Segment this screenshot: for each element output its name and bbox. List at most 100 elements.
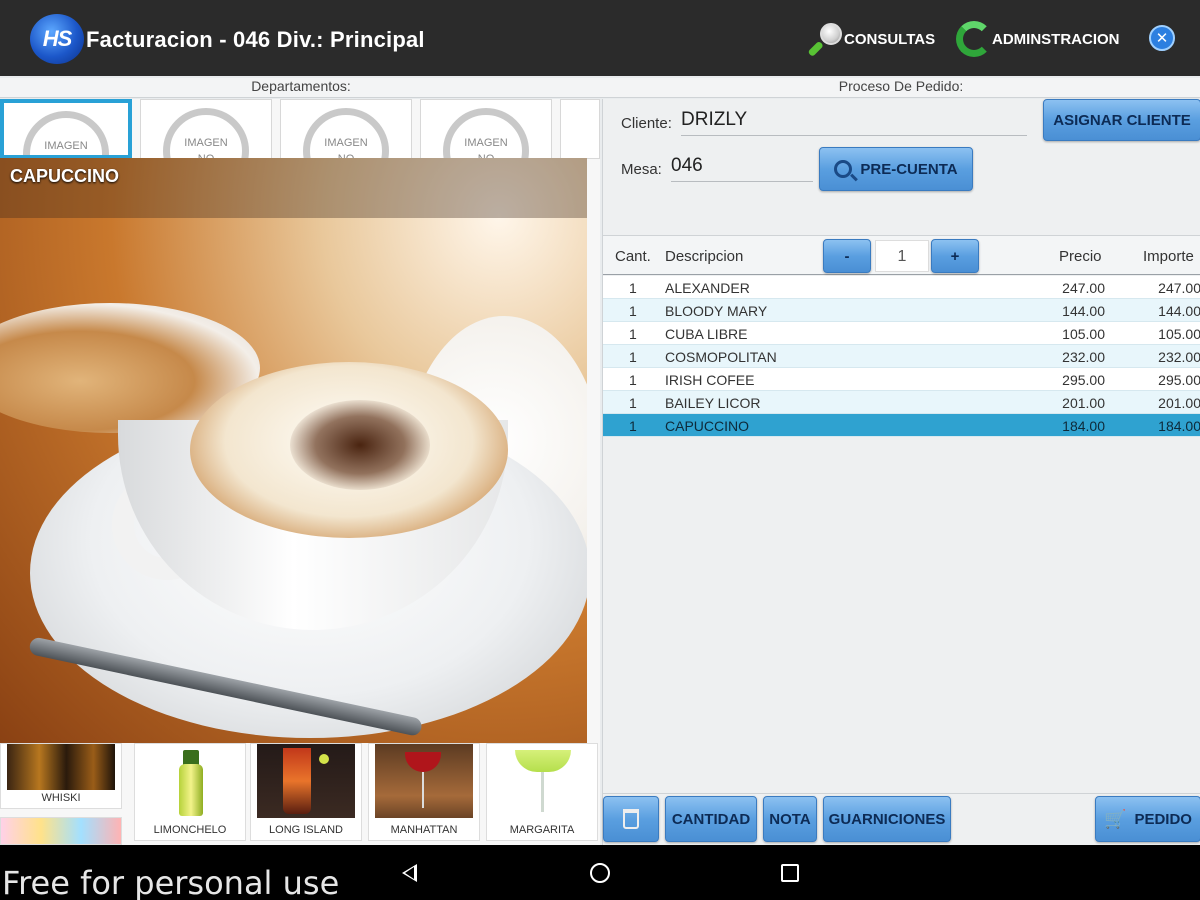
- recycle-icon: [956, 21, 992, 57]
- order-header: Proceso De Pedido:: [602, 78, 1200, 98]
- no-image-icon: IMAGENNO: [443, 108, 529, 158]
- whiski-image: [7, 744, 115, 790]
- row-qty: 1: [629, 372, 637, 388]
- no-image-icon: IMAGENNO: [303, 108, 389, 158]
- order-panel: Cliente: DRIZLY ASIGNAR CLIENTE Mesa: 04…: [602, 99, 1200, 845]
- row-price: 201.00: [1062, 395, 1105, 411]
- quantity-field[interactable]: 1: [875, 240, 929, 272]
- table-label: Mesa:: [621, 161, 662, 178]
- department-tile[interactable]: IMAGENNO: [140, 99, 272, 159]
- back-icon[interactable]: [402, 864, 417, 882]
- search-icon: [834, 160, 853, 178]
- note-button-label: NOTA: [769, 810, 811, 828]
- price-column-header: Precio: [1059, 248, 1102, 265]
- order-table-header: Cant. Descripcion - 1 + Precio Importe: [603, 235, 1200, 275]
- row-price: 232.00: [1062, 349, 1105, 365]
- row-qty: 1: [629, 280, 637, 296]
- no-image-icon: IMAGENNO: [163, 108, 249, 158]
- row-qty: 1: [629, 395, 637, 411]
- product-label: MANHATTAN: [390, 824, 458, 836]
- order-row[interactable]: 1 ALEXANDER 247.00 247.00: [603, 276, 1200, 299]
- row-description: ALEXANDER: [665, 280, 750, 296]
- app-root: HS Facturacion - 046 Div.: Principal CON…: [0, 0, 1200, 900]
- close-button[interactable]: ✕: [1149, 25, 1175, 51]
- departments-header: Departamentos:: [0, 78, 602, 98]
- precuenta-label: PRE-CUENTA: [860, 160, 958, 178]
- row-description: IRISH COFEE: [665, 372, 755, 388]
- row-amount: 232.00: [1158, 349, 1200, 365]
- department-tile[interactable]: C: [560, 99, 600, 159]
- garnishes-button-label: GUARNICIONES: [828, 810, 946, 828]
- app-logo: HS: [30, 14, 84, 64]
- administracion-label: ADMINSTRACION: [992, 30, 1120, 48]
- row-description: CAPUCCINO: [665, 418, 750, 434]
- trash-icon: [623, 809, 639, 829]
- row-price: 247.00: [1062, 280, 1105, 296]
- garnishes-button[interactable]: GUARNICIONES: [823, 796, 951, 842]
- order-row-selected[interactable]: 1 CAPUCCINO 184.00 184.00: [603, 414, 1200, 437]
- table-field[interactable]: 046: [671, 155, 813, 182]
- product-label: WHISKI: [41, 792, 81, 804]
- quantity-button[interactable]: CANTIDAD: [665, 796, 757, 842]
- row-price: 105.00: [1062, 326, 1105, 342]
- assign-client-label: ASIGNAR CLIENTE: [1053, 111, 1191, 129]
- row-qty: 1: [629, 303, 637, 319]
- description-column-header: Descripcion: [665, 248, 744, 265]
- watermark-text: Free for personal use: [2, 864, 340, 900]
- product-tile[interactable]: MARGARITA: [486, 743, 598, 841]
- margarita-image: [493, 744, 591, 818]
- product-tile[interactable]: WHISKI: [0, 743, 122, 809]
- row-amount: 144.00: [1158, 303, 1200, 319]
- department-tile[interactable]: IMAGENNO: [0, 99, 132, 159]
- row-amount: 295.00: [1158, 372, 1200, 388]
- product-tile[interactable]: MANHATTAN: [368, 743, 480, 841]
- product-tile[interactable]: LIMONCHELO: [134, 743, 246, 841]
- row-price: 144.00: [1062, 303, 1105, 319]
- product-label: MARGARITA: [509, 824, 575, 836]
- order-row[interactable]: 1 BAILEY LICOR 201.00 201.00: [603, 391, 1200, 414]
- precuenta-button[interactable]: PRE-CUENTA: [819, 147, 973, 191]
- order-action-bar: CANTIDAD NOTA GUARNICIONES 🛒 PEDIDO: [603, 793, 1200, 845]
- product-tile[interactable]: LONG ISLAND: [250, 743, 362, 841]
- order-items-list: 1 ALEXANDER 247.00 247.00 1 BLOODY MARY …: [603, 276, 1200, 437]
- assign-client-button[interactable]: ASIGNAR CLIENTE: [1043, 99, 1200, 141]
- consultas-button[interactable]: CONSULTAS: [807, 20, 935, 58]
- plus-icon: +: [950, 247, 960, 265]
- order-row[interactable]: 1 CUBA LIBRE 105.00 105.00: [603, 322, 1200, 345]
- department-tile[interactable]: IMAGENNO: [420, 99, 552, 159]
- note-button[interactable]: NOTA: [763, 796, 817, 842]
- row-amount: 247.00: [1158, 280, 1200, 296]
- cocoa-dust: [290, 400, 430, 490]
- place-order-button[interactable]: 🛒 PEDIDO: [1095, 796, 1200, 842]
- client-field[interactable]: DRIZLY: [681, 109, 1027, 136]
- increase-quantity-button[interactable]: +: [931, 239, 979, 273]
- row-description: BLOODY MARY: [665, 303, 768, 319]
- amount-column-header: Importe: [1143, 248, 1194, 265]
- limonchelo-image: [141, 744, 239, 818]
- order-row[interactable]: 1 IRISH COFEE 295.00 295.00: [603, 368, 1200, 391]
- row-amount: 184.00: [1158, 418, 1200, 434]
- recent-apps-icon[interactable]: [781, 864, 799, 882]
- cart-icon: 🛒: [1104, 808, 1127, 829]
- minus-icon: -: [844, 247, 850, 265]
- row-description: COSMOPOLITAN: [665, 349, 777, 365]
- title-bar: HS Facturacion - 046 Div.: Principal CON…: [0, 0, 1200, 76]
- department-tile[interactable]: IMAGENNO: [280, 99, 412, 159]
- order-row[interactable]: 1 COSMOPOLITAN 232.00 232.00: [603, 345, 1200, 368]
- row-description: CUBA LIBRE: [665, 326, 748, 342]
- row-qty: 1: [629, 418, 637, 434]
- product-preview-image[interactable]: CAPUCCINO: [0, 158, 587, 743]
- qty-column-header: Cant.: [615, 248, 651, 265]
- order-row[interactable]: 1 BLOODY MARY 144.00 144.00: [603, 299, 1200, 322]
- system-nav-bar: Free for personal use: [0, 845, 1200, 900]
- no-image-icon: IMAGENNO: [23, 111, 109, 155]
- place-order-label: PEDIDO: [1134, 810, 1192, 828]
- product-tile[interactable]: [0, 817, 122, 845]
- preview-title: CAPUCCINO: [10, 166, 120, 186]
- product-label: LONG ISLAND: [269, 824, 343, 836]
- administracion-button[interactable]: ADMINSTRACION: [956, 20, 1120, 58]
- home-icon[interactable]: [590, 863, 610, 883]
- delete-item-button[interactable]: [603, 796, 659, 842]
- decrease-quantity-button[interactable]: -: [823, 239, 871, 273]
- long-island-image: [257, 744, 355, 818]
